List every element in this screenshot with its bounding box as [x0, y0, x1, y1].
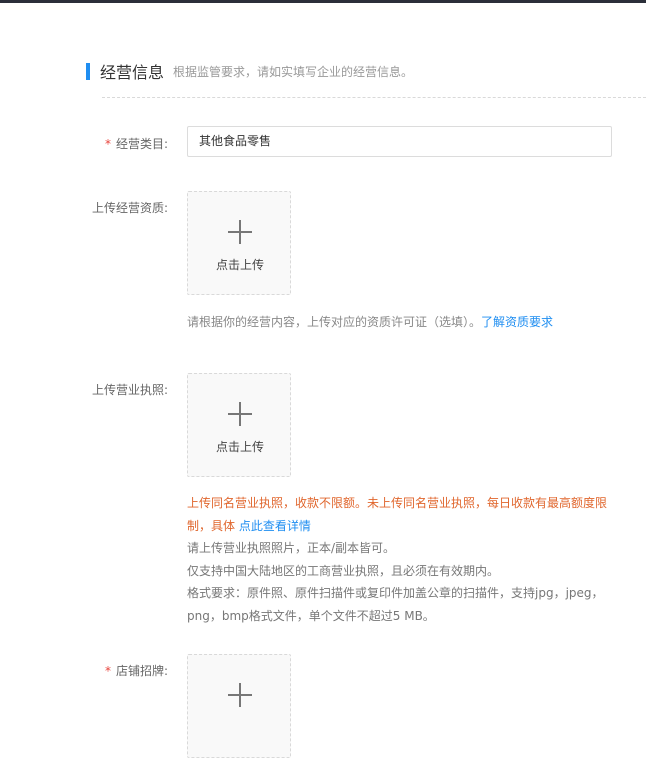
license-note-2: 仅支持中国大陆地区的工商营业执照，且必须在有效期内。 [187, 563, 500, 578]
business-category-label: * 经营类目: [105, 135, 168, 152]
section-divider [102, 97, 646, 98]
license-note-3: 格式要求：原件照、原件扫描件或复印件加盖公章的扫描件，支持jpg，jpeg， [187, 586, 604, 600]
qualification-upload-text: 点击上传 [215, 258, 264, 272]
shop-sign-label-text: 店铺招牌: [115, 664, 168, 678]
section-title: 经营信息 [100, 63, 165, 82]
plus-icon [228, 683, 252, 707]
license-warning-line2: 制，具体 点此查看详情 [187, 515, 627, 538]
license-notes: 上传同名营业执照，收款不限额。未上传同名营业执照，每日收款有最高额度限 制，具体… [187, 492, 627, 627]
section-subtitle: 根据监管要求，请如实填写企业的经营信息。 [173, 64, 414, 79]
top-bar [0, 0, 646, 3]
business-category-label-text: 经营类目: [115, 137, 168, 151]
required-mark: * [104, 137, 111, 151]
license-upload-button[interactable]: 点击上传 [187, 373, 291, 477]
view-details-link[interactable]: 点此查看详情 [239, 519, 311, 533]
plus-icon [228, 402, 252, 426]
license-warning-line1: 上传同名营业执照，收款不限额。未上传同名营业执照，每日收款有最高额度限 [187, 496, 608, 510]
qualification-upload-button[interactable]: 点击上传 [187, 191, 291, 295]
shop-sign-upload-button[interactable] [187, 654, 291, 758]
license-note-4: png，bmp格式文件，单个文件不超过5 MB。 [187, 608, 435, 623]
qualification-help-text: 请根据你的经营内容，上传对应的资质许可证（选填）。 [187, 315, 482, 329]
section-header: 经营信息 根据监管要求，请如实填写企业的经营信息。 [86, 60, 413, 82]
required-mark: * [104, 664, 111, 678]
license-label: 上传营业执照: [91, 383, 168, 397]
shop-sign-label: * 店铺招牌: [105, 662, 168, 679]
business-category-field[interactable]: 其他食品零售 [187, 126, 612, 157]
section-accent-bar [86, 62, 90, 80]
qualification-requirements-link[interactable]: 了解资质要求 [481, 315, 553, 329]
license-warning-line2-text: 制，具体 [187, 518, 236, 533]
license-upload-text: 点击上传 [215, 440, 264, 454]
qualification-help: 请根据你的经营内容，上传对应的资质许可证（选填）。了解资质要求 [187, 313, 553, 330]
qualification-label: 上传经营资质: [91, 201, 168, 215]
license-note-1: 请上传营业执照照片，正本/副本皆可。 [187, 541, 396, 555]
plus-icon [228, 220, 252, 244]
